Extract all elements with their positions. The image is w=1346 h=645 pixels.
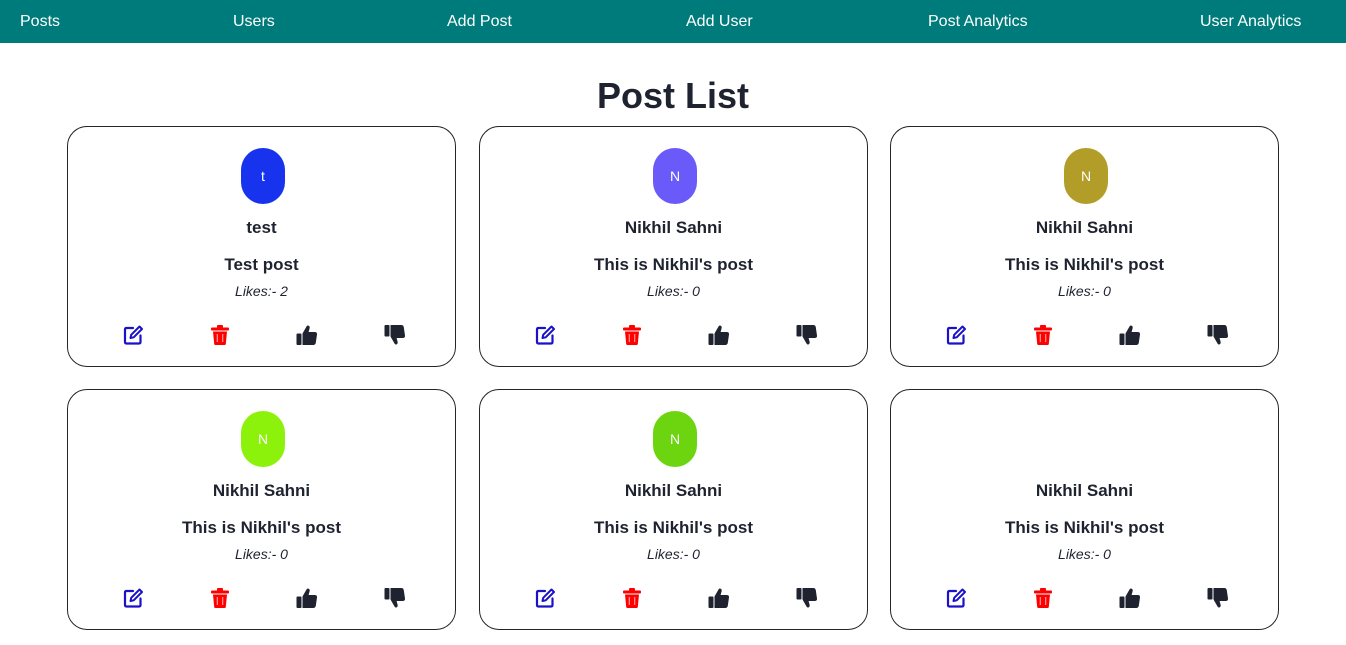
nav-link-posts[interactable]: Posts [20, 0, 60, 43]
edit-button[interactable] [121, 323, 145, 347]
thumbs-down-icon [384, 325, 406, 345]
avatar: N [653, 148, 697, 204]
trash-icon [1034, 588, 1052, 608]
edit-icon [946, 588, 966, 608]
thumbs-down-icon [1207, 325, 1229, 345]
dislike-button[interactable] [383, 586, 407, 610]
post-likes: Likes:- 0 [647, 283, 700, 299]
edit-button[interactable] [533, 586, 557, 610]
post-author: Nikhil Sahni [212, 481, 311, 500]
nav-link-add-post[interactable]: Add Post [447, 0, 512, 43]
edit-icon [535, 325, 555, 345]
like-button[interactable] [707, 323, 731, 347]
nav-link-users[interactable]: Users [233, 0, 275, 43]
like-button[interactable] [707, 586, 731, 610]
edit-button[interactable] [944, 586, 968, 610]
post-title: This is Nikhil's post [594, 255, 753, 274]
post-card: N Nikhil Sahni This is Nikhil's post Lik… [67, 389, 456, 630]
edit-button[interactable] [121, 586, 145, 610]
post-card: N Nikhil Sahni This is Nikhil's post Lik… [479, 126, 868, 367]
post-author: Nikhil Sahni [624, 481, 723, 500]
trash-icon [623, 588, 641, 608]
post-likes: Likes:- 0 [235, 546, 288, 562]
like-button[interactable] [295, 586, 319, 610]
page-title: Post List [596, 75, 749, 116]
avatar: N [1064, 148, 1108, 204]
post-card: N Nikhil Sahni This is Nikhil's post Lik… [890, 126, 1279, 367]
post-author: Nikhil Sahni [624, 218, 723, 237]
post-author: Nikhil Sahni [1035, 218, 1134, 237]
thumbs-down-icon [796, 588, 818, 608]
post-card: Nikhil Sahni This is Nikhil's post Likes… [890, 389, 1279, 630]
like-button[interactable] [1118, 586, 1142, 610]
post-title: This is Nikhil's post [594, 518, 753, 537]
like-button[interactable] [295, 323, 319, 347]
trash-icon [623, 325, 641, 345]
thumbs-up-icon [1119, 588, 1141, 608]
top-navbar: Posts Users Add Post Add User Post Analy… [0, 0, 1346, 43]
trash-icon [1034, 325, 1052, 345]
delete-button[interactable] [620, 586, 644, 610]
trash-icon [211, 588, 229, 608]
edit-icon [535, 588, 555, 608]
delete-button[interactable] [208, 586, 232, 610]
post-title: This is Nikhil's post [182, 518, 341, 537]
post-author: test [246, 218, 277, 237]
avatar: t [241, 148, 285, 204]
avatar: N [241, 411, 285, 467]
trash-icon [211, 325, 229, 345]
thumbs-up-icon [296, 325, 318, 345]
like-button[interactable] [1118, 323, 1142, 347]
post-likes: Likes:- 0 [647, 546, 700, 562]
delete-button[interactable] [620, 323, 644, 347]
delete-button[interactable] [1031, 323, 1055, 347]
post-card: t test Test post Likes:- 2 [67, 126, 456, 367]
nav-link-add-user[interactable]: Add User [686, 0, 753, 43]
post-author: Nikhil Sahni [1035, 481, 1134, 500]
avatar: N [653, 411, 697, 467]
thumbs-up-icon [708, 325, 730, 345]
thumbs-up-icon [296, 588, 318, 608]
delete-button[interactable] [1031, 586, 1055, 610]
dislike-button[interactable] [795, 586, 819, 610]
edit-button[interactable] [944, 323, 968, 347]
edit-icon [123, 325, 143, 345]
post-card: N Nikhil Sahni This is Nikhil's post Lik… [479, 389, 868, 630]
thumbs-down-icon [384, 588, 406, 608]
nav-link-user-analytics[interactable]: User Analytics [1200, 0, 1301, 43]
post-likes: Likes:- 0 [1058, 283, 1111, 299]
post-likes: Likes:- 2 [235, 283, 288, 299]
edit-icon [946, 325, 966, 345]
edit-icon [123, 588, 143, 608]
dislike-button[interactable] [383, 323, 407, 347]
dislike-button[interactable] [795, 323, 819, 347]
dislike-button[interactable] [1206, 323, 1230, 347]
post-title: This is Nikhil's post [1005, 518, 1164, 537]
thumbs-down-icon [796, 325, 818, 345]
thumbs-up-icon [708, 588, 730, 608]
dislike-button[interactable] [1206, 586, 1230, 610]
post-likes: Likes:- 0 [1058, 546, 1111, 562]
thumbs-up-icon [1119, 325, 1141, 345]
thumbs-down-icon [1207, 588, 1229, 608]
edit-button[interactable] [533, 323, 557, 347]
post-title: Test post [224, 255, 299, 274]
avatar [1064, 411, 1108, 467]
nav-link-post-analytics[interactable]: Post Analytics [928, 0, 1028, 43]
post-title: This is Nikhil's post [1005, 255, 1164, 274]
delete-button[interactable] [208, 323, 232, 347]
